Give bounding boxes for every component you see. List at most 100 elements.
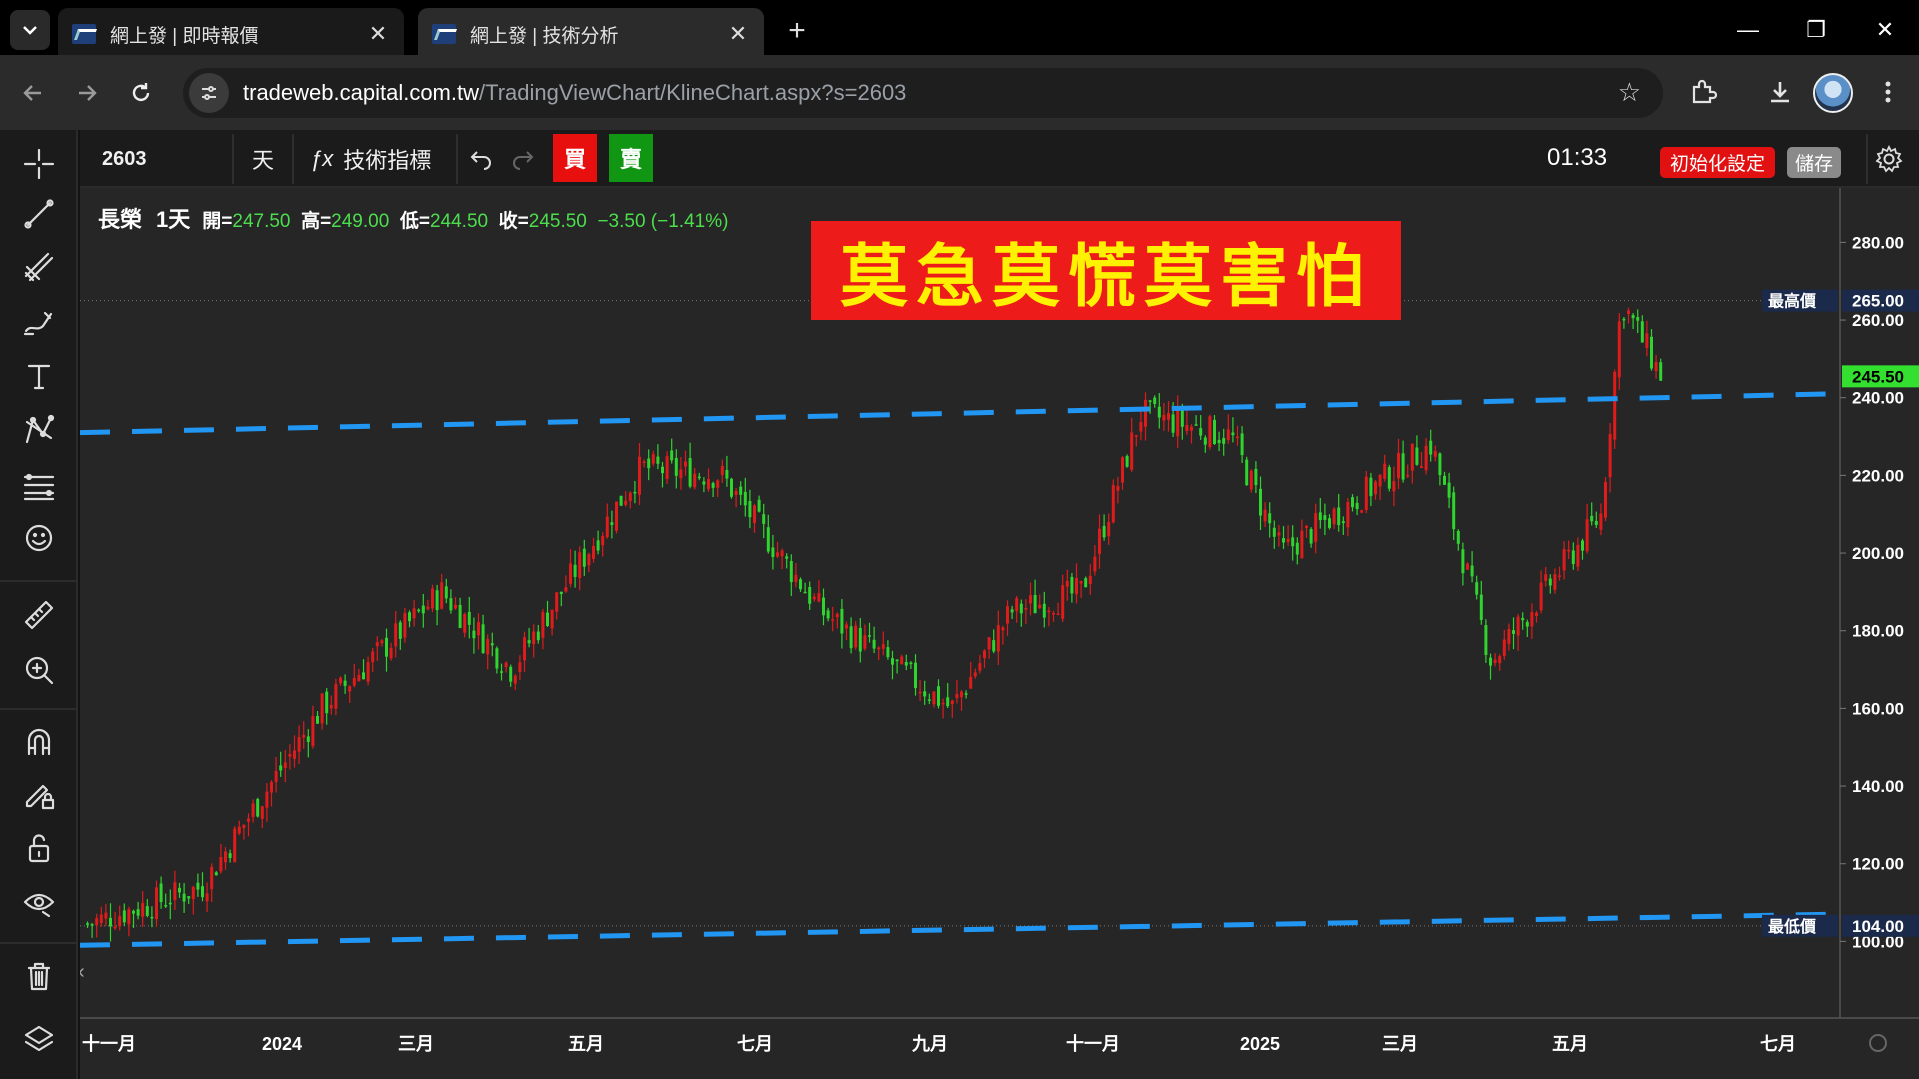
trash-icon[interactable] [17, 954, 61, 998]
candle-body [357, 675, 361, 682]
candle-body [789, 560, 793, 583]
visibility-icon[interactable] [17, 880, 61, 924]
candle-body [656, 456, 660, 464]
buy-button[interactable]: 買 [553, 134, 597, 182]
save-button[interactable]: 儲存 [1787, 147, 1842, 178]
site-info-icon[interactable] [189, 73, 229, 113]
candle-body [1259, 488, 1262, 516]
candle-body [1157, 406, 1161, 418]
pitchfork-icon[interactable] [17, 245, 61, 289]
candle-body [1019, 603, 1023, 614]
tab-search-button[interactable] [10, 10, 50, 50]
redo-button[interactable] [510, 130, 536, 188]
indicators-label: 技術指標 [343, 148, 432, 173]
downloads-button[interactable] [1760, 72, 1800, 112]
candle-body [237, 826, 241, 834]
back-button[interactable] [14, 74, 52, 112]
text-tool-icon[interactable] [17, 354, 61, 398]
trend-line-icon[interactable] [17, 192, 61, 236]
candle-body [1576, 544, 1580, 567]
candle-body [339, 677, 342, 684]
candle-body [1659, 362, 1663, 381]
candle-body [858, 627, 862, 652]
low-value: 244.50 [429, 211, 489, 232]
address-bar[interactable]: tradeweb.capital.com.tw/TradingViewChart… [183, 68, 1663, 118]
unlock-icon[interactable] [17, 826, 61, 870]
candle-body [748, 501, 752, 518]
symbol-search[interactable]: 2603 [102, 130, 147, 188]
candle-body [1272, 527, 1276, 537]
candle-body [141, 902, 145, 917]
candle-body [776, 552, 779, 557]
candle-body [969, 676, 973, 689]
toolbar-divider [0, 580, 78, 582]
collapse-arrow-icon: ‹ [80, 961, 85, 983]
candle-body [1148, 400, 1152, 402]
candle-body [178, 887, 181, 893]
candle-body [615, 501, 618, 531]
chart-area[interactable]: 100.00 120.00 140.00 160.00 180.00 200.00 220.… [80, 188, 1919, 1079]
reload-button[interactable] [122, 74, 160, 112]
reset-settings-button[interactable]: 初始化設定 [1660, 147, 1776, 178]
close-icon[interactable]: ✕ [726, 21, 750, 47]
candle-body [1295, 542, 1299, 555]
tab-realtime-quote[interactable]: 網上發 | 即時報價 ✕ [58, 8, 404, 60]
browser-menu-button[interactable] [1868, 72, 1908, 112]
candle-body [1360, 510, 1364, 513]
candle-body [918, 691, 922, 694]
restore-button[interactable]: ❐ [1782, 0, 1850, 60]
window-close-button[interactable]: ✕ [1851, 0, 1919, 60]
close-icon[interactable]: ✕ [366, 21, 390, 47]
sell-button[interactable]: 賣 [609, 134, 653, 182]
candle-body [316, 715, 319, 724]
pattern-icon[interactable] [17, 408, 61, 452]
magnet-icon[interactable] [17, 720, 61, 764]
lock-drawing-icon[interactable] [17, 772, 61, 816]
zoom-in-icon[interactable] [17, 648, 61, 692]
forward-button[interactable] [68, 74, 106, 112]
candle-body [1222, 437, 1226, 444]
candle-body [1443, 475, 1446, 485]
minimize-button[interactable]: — [1714, 0, 1782, 60]
candle-body [1213, 419, 1216, 444]
new-tab-button[interactable]: + [780, 14, 814, 48]
indicators-button[interactable]: ƒx 技術指標 [310, 130, 431, 188]
candle-body [398, 622, 402, 639]
candle-body [1125, 456, 1129, 467]
candle-body [978, 663, 982, 671]
price-chart[interactable]: 100.00120.00140.00160.00180.00200.00220.… [80, 188, 1919, 1079]
interval-selector[interactable]: 天 [252, 130, 274, 188]
extensions-button[interactable] [1683, 72, 1723, 112]
candle-body [679, 469, 683, 479]
x-tick-label: 十一月 [1066, 1033, 1120, 1054]
brush-icon[interactable] [17, 300, 61, 344]
candle-body [348, 686, 352, 692]
candle-body [95, 918, 99, 926]
open-label: 開= [202, 211, 233, 232]
layers-icon[interactable] [17, 1017, 61, 1061]
candle-body [674, 457, 678, 476]
ruler-icon[interactable] [17, 593, 61, 637]
url-path: /TradingViewChart/KlineChart.aspx?s=2603 [479, 80, 907, 105]
candle-body [1498, 656, 1502, 664]
candle-body [251, 803, 255, 817]
undo-button[interactable] [468, 130, 494, 188]
candle-body [766, 527, 770, 552]
candle-body [1608, 434, 1612, 478]
candle-body [1328, 518, 1331, 528]
chart-settings-button[interactable] [1874, 130, 1904, 188]
candle-body [1590, 515, 1594, 522]
y-tick-label: 160.00 [1852, 699, 1904, 718]
tab-technical-analysis[interactable]: 網上發 | 技術分析 ✕ [418, 8, 764, 60]
candle-body [1245, 459, 1249, 486]
fib-levels-icon[interactable] [17, 463, 61, 507]
candle-body [619, 495, 623, 506]
smiley-icon[interactable] [17, 516, 61, 560]
lowest-price-tag-value: 104.00 [1852, 917, 1904, 936]
profile-avatar[interactable] [1813, 73, 1853, 113]
candle-body [1627, 310, 1630, 314]
candle-body [1139, 422, 1143, 432]
candle-body [127, 909, 131, 925]
crosshair-icon[interactable] [17, 142, 61, 186]
bookmark-star-icon[interactable]: ☆ [1618, 77, 1641, 108]
